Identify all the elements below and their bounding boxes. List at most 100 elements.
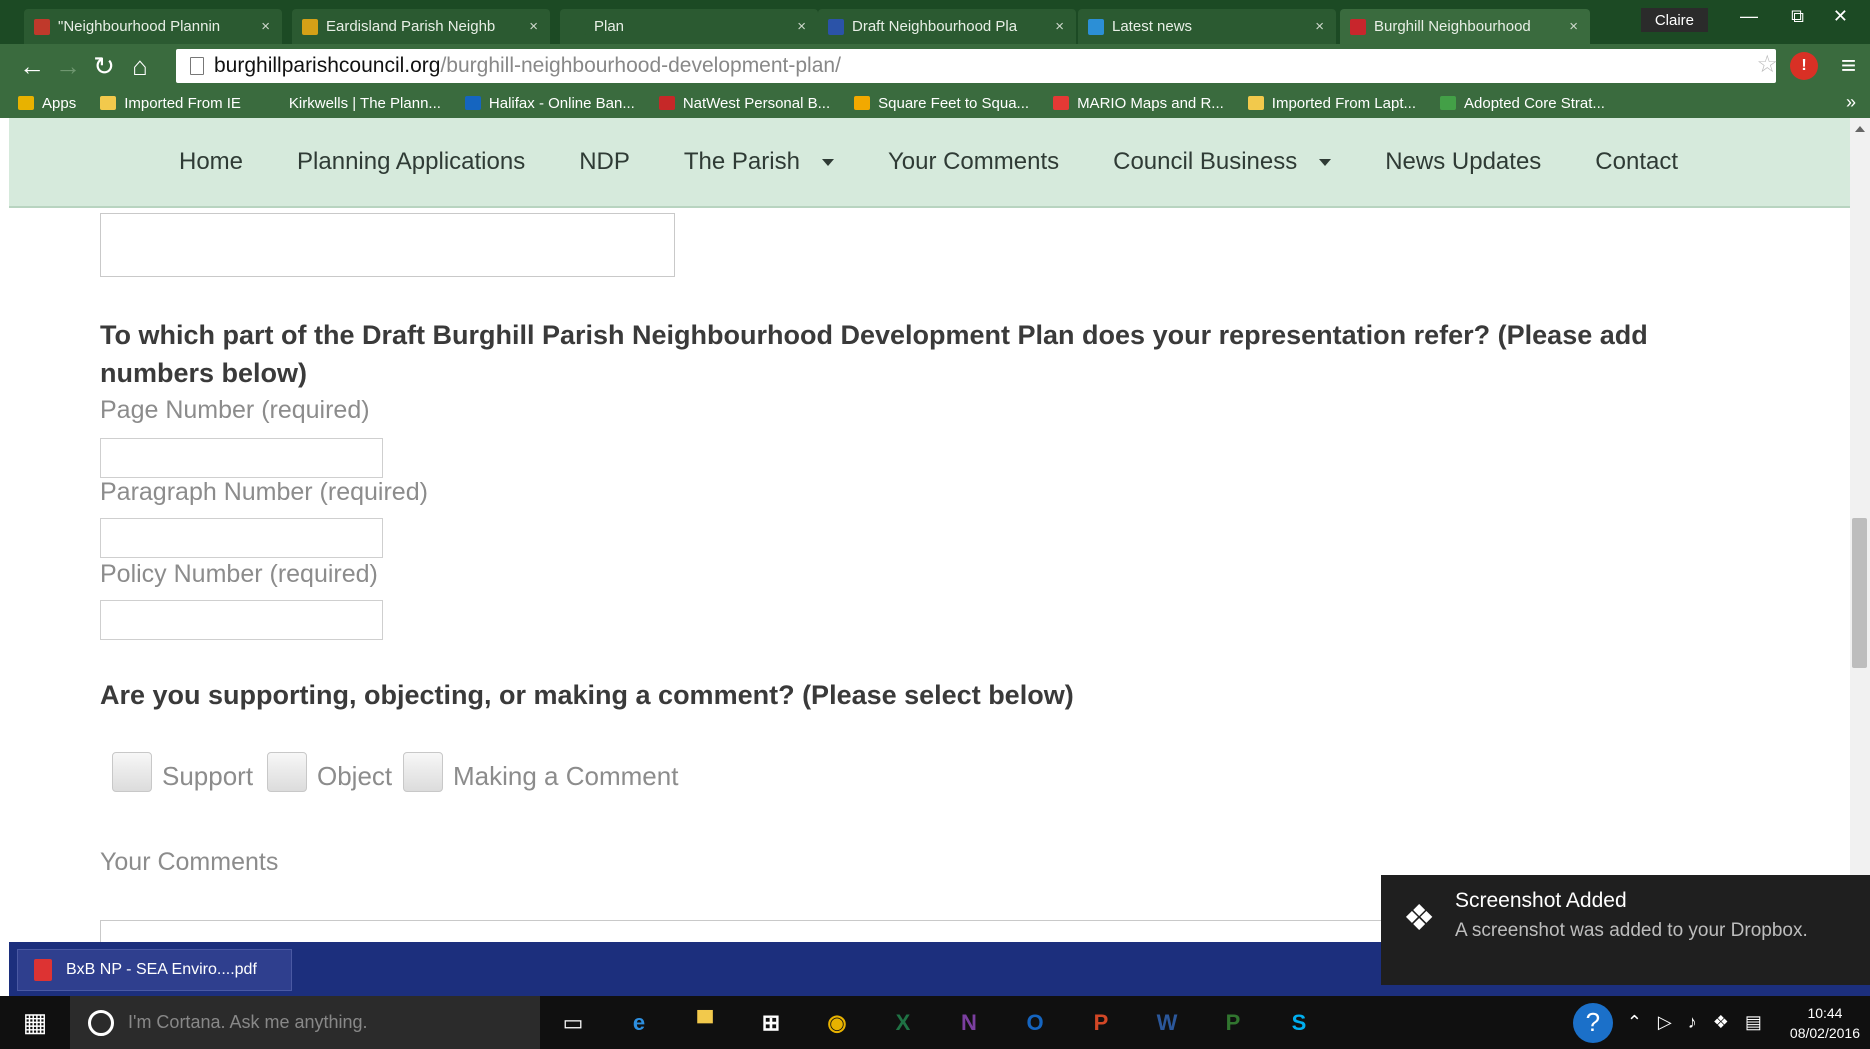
bookmark-star-icon[interactable]: ☆ — [1756, 50, 1778, 79]
cortana-placeholder: I'm Cortana. Ask me anything. — [128, 1012, 368, 1032]
taskbar-apps: e ▀ ⊞ ◉ X N O P W P S — [606, 1010, 1332, 1036]
dropdown-caret-icon[interactable] — [821, 158, 834, 166]
project-icon[interactable]: P — [1200, 1010, 1266, 1036]
tab-close-icon[interactable]: × — [261, 18, 270, 35]
hamburger-menu-icon[interactable]: ≡ — [1841, 50, 1856, 81]
object-checkbox[interactable] — [267, 752, 307, 792]
tab-close-icon[interactable]: × — [1569, 18, 1578, 35]
bookmark-item[interactable]: Halifax - Online Ban... — [464, 95, 635, 112]
tab-favicon-icon — [570, 18, 586, 35]
bookmark-item[interactable]: Imported From Lapt... — [1247, 95, 1416, 112]
paragraph-number-input[interactable] — [100, 518, 383, 558]
tab-title: Latest news — [1112, 18, 1193, 35]
close-window-icon[interactable]: ✕ — [1833, 6, 1848, 27]
bookmark-item[interactable]: Kirkwells | The Plann... — [264, 95, 441, 112]
bookmark-item[interactable]: MARIO Maps and R... — [1053, 95, 1224, 112]
browser-tab[interactable]: Draft Neighbourhood Pla × — [818, 9, 1076, 44]
task-view-icon[interactable]: ▭ — [540, 1010, 606, 1036]
bookmark-icon — [658, 96, 675, 110]
browser-tab-active[interactable]: Burghill Neighbourhood × — [1340, 9, 1590, 44]
store-icon[interactable]: ⊞ — [738, 1010, 804, 1036]
your-comments-textarea[interactable] — [100, 920, 1400, 942]
browser-tab[interactable]: Plan × — [560, 9, 818, 44]
word-icon[interactable]: W — [1134, 1010, 1200, 1036]
nav-item[interactable]: News Updates — [1385, 148, 1541, 176]
policy-number-input[interactable] — [100, 600, 383, 640]
object-option[interactable]: Object — [267, 752, 392, 792]
outlook-icon[interactable]: O — [1002, 1010, 1068, 1036]
bookmarks-overflow-icon[interactable]: » — [1846, 92, 1856, 113]
nav-item[interactable]: Your Comments — [888, 148, 1059, 176]
question-plan-part: To which part of the Draft Burghill Pari… — [100, 316, 1700, 392]
bookmark-item[interactable]: Apps — [18, 95, 76, 112]
home-icon[interactable]: ⌂ — [122, 51, 158, 82]
bookmark-item[interactable]: Adopted Core Strat... — [1440, 95, 1605, 112]
browser-tab[interactable]: Eardisland Parish Neighb × — [292, 9, 550, 44]
page-number-input[interactable] — [100, 438, 383, 478]
excel-icon[interactable]: X — [870, 1010, 936, 1036]
cortana-search-box[interactable]: I'm Cortana. Ask me anything. — [70, 996, 540, 1049]
bookmark-label: Imported From IE — [124, 94, 241, 112]
onenote-icon[interactable]: N — [936, 1010, 1002, 1036]
windows-start-icon[interactable]: ▦ — [0, 1007, 70, 1038]
apps-grid-icon — [18, 96, 34, 110]
tab-favicon-icon — [1088, 18, 1104, 35]
volume-icon[interactable]: ♪ — [1688, 1012, 1697, 1033]
address-bar[interactable]: burghillparishcouncil.org/burghill-neigh… — [176, 49, 1776, 83]
bookmark-item[interactable]: Imported From IE — [100, 95, 241, 112]
bookmark-label: Adopted Core Strat... — [1464, 94, 1605, 112]
dropbox-notification[interactable]: ❖ Screenshot Added A screenshot was adde… — [1381, 875, 1870, 985]
tab-favicon-icon — [34, 18, 50, 35]
file-explorer-icon[interactable]: ▀ — [672, 1010, 738, 1036]
policy-number-label: Policy Number (required) — [100, 560, 378, 588]
action-center-icon[interactable]: ▤ — [1745, 1012, 1762, 1033]
bookmarks-bar: Apps Imported From IE Kirkwells | The Plan… — [0, 88, 1870, 118]
forward-arrow-icon[interactable]: → — [50, 51, 86, 82]
reload-icon[interactable]: ↻ — [86, 51, 122, 82]
chrome-icon[interactable]: ◉ — [804, 1010, 870, 1036]
show-hidden-icons-chevron-icon[interactable]: ⌃ — [1627, 1012, 1642, 1033]
browser-tab[interactable]: Latest news × — [1078, 9, 1336, 44]
tab-close-icon[interactable]: × — [529, 18, 538, 35]
tab-close-icon[interactable]: × — [797, 18, 806, 35]
bookmark-item[interactable]: Square Feet to Squa... — [854, 95, 1029, 112]
tab-title: "Neighbourhood Plannin — [58, 18, 221, 35]
making-comment-option[interactable]: Making a Comment — [403, 752, 678, 792]
nav-item-label: NDP — [579, 148, 630, 175]
restore-icon[interactable]: ⧉ — [1791, 6, 1804, 27]
skype-icon[interactable]: S — [1266, 1010, 1332, 1036]
previous-form-field[interactable] — [100, 213, 675, 277]
support-checkbox[interactable] — [112, 752, 152, 792]
scrollbar-thumb[interactable] — [1852, 518, 1867, 668]
edge-icon[interactable]: e — [606, 1010, 672, 1036]
dropbox-tray-icon[interactable]: ❖ — [1713, 1012, 1729, 1033]
tab-close-icon[interactable]: × — [1315, 18, 1324, 35]
nav-item[interactable]: The Parish — [684, 148, 834, 176]
back-arrow-icon[interactable]: ← — [14, 51, 50, 82]
making-comment-checkbox[interactable] — [403, 752, 443, 792]
network-icon[interactable]: ▷ — [1658, 1012, 1672, 1033]
site-navigation: Home Planning Applications NDP The Parish Yo… — [9, 118, 1850, 208]
nav-item[interactable]: Planning Applications — [297, 148, 525, 176]
bookmark-item[interactable]: NatWest Personal B... — [658, 95, 830, 112]
download-item[interactable]: BxB NP - SEA Enviro....pdf — [17, 949, 292, 991]
clock[interactable]: 10:44 08/02/2016 — [1790, 1003, 1860, 1043]
nav-item[interactable]: Council Business — [1113, 148, 1332, 176]
notification-message: A screenshot was added to your Dropbox. — [1455, 920, 1808, 941]
bookmark-label: Square Feet to Squa... — [878, 94, 1030, 112]
minimize-icon[interactable]: — — [1740, 6, 1758, 27]
nav-item[interactable]: Home — [179, 148, 243, 176]
bookmark-label: MARIO Maps and R... — [1077, 94, 1224, 112]
help-icon[interactable]: ? — [1572, 1002, 1613, 1043]
nav-item[interactable]: NDP — [579, 148, 630, 176]
scroll-up-arrow-icon[interactable] — [1855, 126, 1865, 132]
extension-icon[interactable]: ! — [1790, 52, 1818, 80]
dropbox-icon: ❖ — [1403, 897, 1436, 938]
tab-close-icon[interactable]: × — [1055, 18, 1064, 35]
nav-item[interactable]: Contact — [1595, 148, 1678, 176]
dropdown-caret-icon[interactable] — [1319, 158, 1332, 166]
powerpoint-icon[interactable]: P — [1068, 1010, 1134, 1036]
profile-button[interactable]: Claire — [1640, 8, 1708, 32]
support-option[interactable]: Support — [112, 752, 253, 792]
browser-tab[interactable]: "Neighbourhood Plannin × — [24, 9, 282, 44]
